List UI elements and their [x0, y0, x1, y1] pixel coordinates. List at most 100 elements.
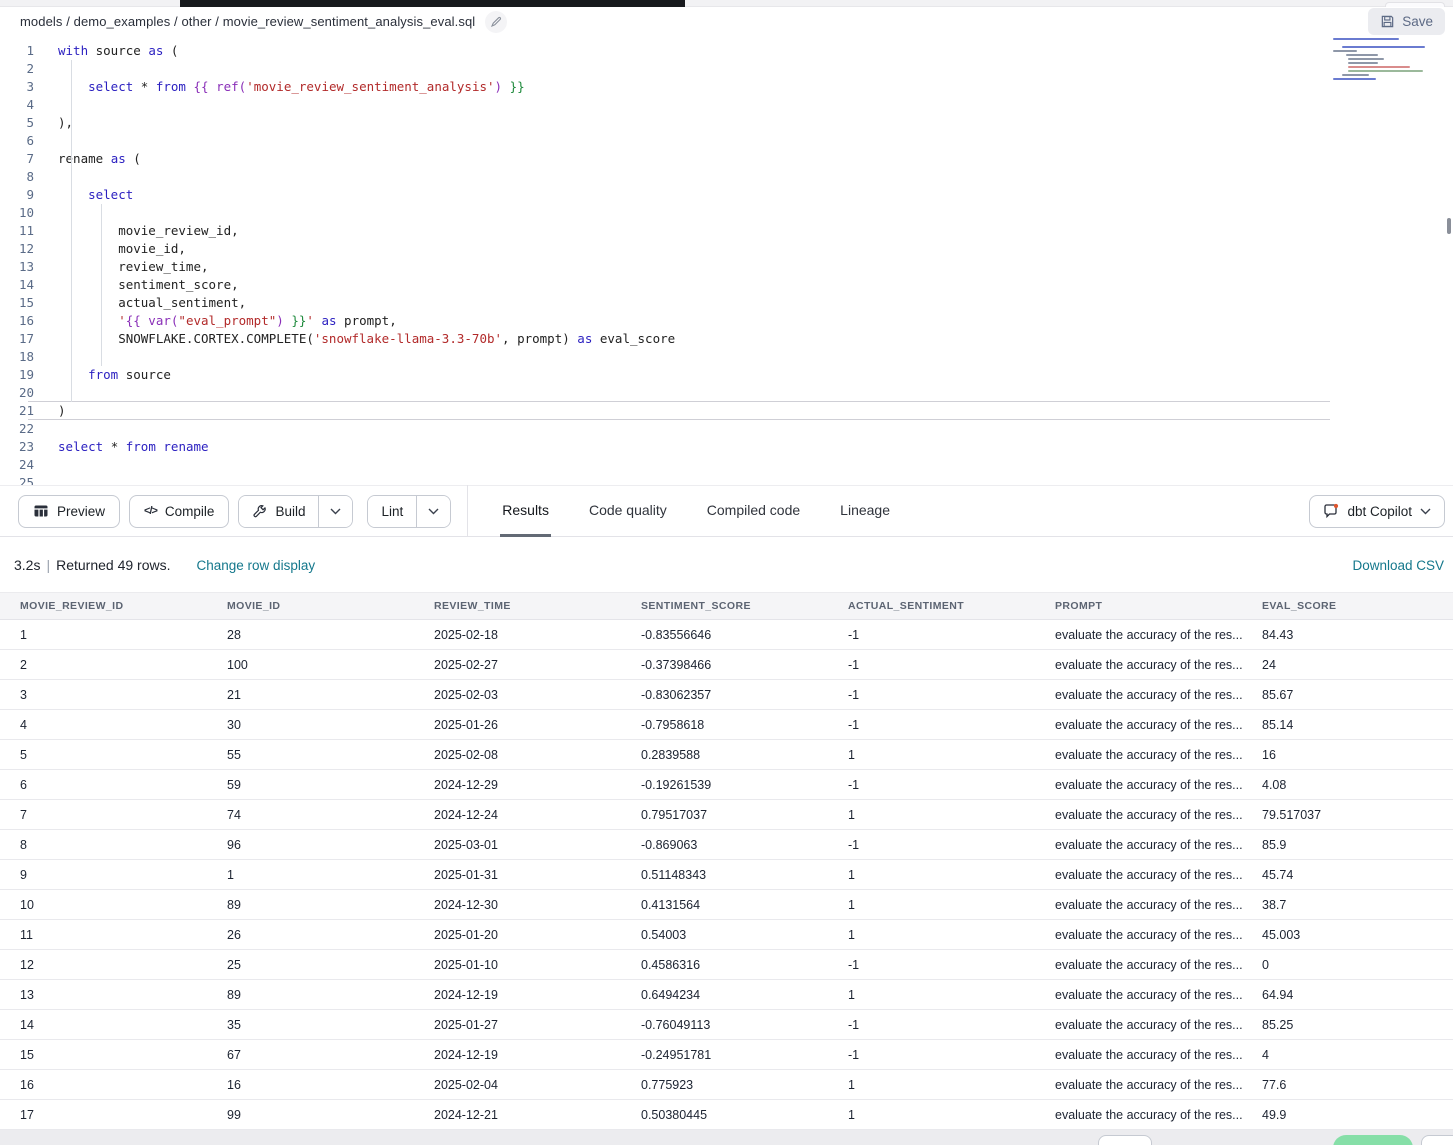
tab-compiled-code[interactable]: Compiled code: [705, 485, 802, 537]
save-button[interactable]: Save: [1368, 8, 1445, 35]
indent-guide: [101, 204, 102, 366]
code-line[interactable]: 22: [0, 420, 1453, 438]
cell-prompt[interactable]: evaluate the accuracy of the res...>: [1035, 898, 1242, 912]
prompt-preview-text: evaluate the accuracy of the res...: [1055, 808, 1242, 822]
build-button[interactable]: Build: [239, 496, 318, 527]
cell-prompt[interactable]: evaluate the accuracy of the res...>: [1035, 808, 1242, 822]
compile-button[interactable]: </> Compile: [129, 495, 229, 528]
cell-prompt[interactable]: evaluate the accuracy of the res...>: [1035, 718, 1242, 732]
cell-movie-review-id: 9: [0, 868, 207, 882]
line-number: 7: [0, 150, 44, 168]
code-line[interactable]: 6: [0, 132, 1453, 150]
code-line[interactable]: 17 SNOWFLAKE.CORTEX.COMPLETE('snowflake-…: [0, 330, 1453, 348]
elapsed-time: 3.2s: [14, 557, 40, 573]
partial-button[interactable]: [1421, 1135, 1453, 1145]
code-line[interactable]: 14 sentiment_score,: [0, 276, 1453, 294]
cell-prompt[interactable]: evaluate the accuracy of the res...>: [1035, 658, 1242, 672]
code-line[interactable]: 2: [0, 60, 1453, 78]
code-line[interactable]: 9 select: [0, 186, 1453, 204]
cell-sentiment-score: 0.4586316: [621, 958, 828, 972]
file-edit-icon[interactable]: [485, 11, 507, 33]
cell-prompt[interactable]: evaluate the accuracy of the res...>: [1035, 1048, 1242, 1062]
cell-actual-sentiment: 1: [828, 1108, 1035, 1122]
code-text: movie_id,: [44, 240, 186, 258]
tab-results[interactable]: Results: [500, 485, 551, 537]
cell-prompt[interactable]: evaluate the accuracy of the res...>: [1035, 1108, 1242, 1122]
code-line[interactable]: 15 actual_sentiment,: [0, 294, 1453, 312]
cell-prompt[interactable]: evaluate the accuracy of the res...>: [1035, 988, 1242, 1002]
column-header-movie_id: MOVIE_ID: [207, 600, 414, 612]
code-line[interactable]: 10: [0, 204, 1453, 222]
prompt-preview-text: evaluate the accuracy of the res...: [1055, 658, 1242, 672]
lint-dropdown-chevron[interactable]: [416, 496, 450, 527]
copilot-chevron-icon: [1420, 508, 1431, 515]
cell-prompt[interactable]: evaluate the accuracy of the res...>: [1035, 1078, 1242, 1092]
cell-prompt[interactable]: evaluate the accuracy of the res...>: [1035, 748, 1242, 762]
line-number: 5: [0, 114, 44, 132]
code-editor[interactable]: 1with source as (23 select * from {{ ref…: [0, 36, 1453, 485]
cell-eval-score: 85.9: [1242, 838, 1449, 852]
build-dropdown-chevron[interactable]: [318, 496, 352, 527]
code-line[interactable]: 19 from source: [0, 366, 1453, 384]
change-row-display-link[interactable]: Change row display: [197, 558, 316, 573]
cell-prompt[interactable]: evaluate the accuracy of the res...>: [1035, 688, 1242, 702]
code-line[interactable]: 11 movie_review_id,: [0, 222, 1453, 240]
indent-guide: [71, 60, 72, 402]
code-line[interactable]: 25: [0, 474, 1453, 485]
prompt-preview-text: evaluate the accuracy of the res...: [1055, 1108, 1242, 1122]
cell-prompt[interactable]: evaluate the accuracy of the res...>: [1035, 868, 1242, 882]
code-line[interactable]: 4: [0, 96, 1453, 114]
table-row: 7742024-12-240.795170371evaluate the acc…: [0, 800, 1453, 830]
partial-button[interactable]: [1098, 1135, 1152, 1145]
partial-green-pill-button[interactable]: [1333, 1135, 1413, 1145]
dbt-copilot-button[interactable]: dbt Copilot: [1309, 495, 1445, 528]
prompt-preview-text: evaluate the accuracy of the res...: [1055, 898, 1242, 912]
bottom-strip: [0, 1130, 1453, 1145]
breadcrumb[interactable]: models / demo_examples / other / movie_r…: [20, 14, 475, 29]
code-line[interactable]: 3 select * from {{ ref('movie_review_sen…: [0, 78, 1453, 96]
lint-button[interactable]: Lint: [368, 496, 416, 527]
cell-movie-review-id: 10: [0, 898, 207, 912]
editor-scrollbar[interactable]: [1446, 36, 1451, 485]
code-line[interactable]: 21): [0, 402, 1453, 420]
code-line[interactable]: 24: [0, 456, 1453, 474]
code-text: SNOWFLAKE.CORTEX.COMPLETE('snowflake-lla…: [44, 330, 675, 348]
code-line[interactable]: 18: [0, 348, 1453, 366]
prompt-preview-text: evaluate the accuracy of the res...: [1055, 688, 1242, 702]
cell-prompt[interactable]: evaluate the accuracy of the res...>: [1035, 778, 1242, 792]
prompt-preview-text: evaluate the accuracy of the res...: [1055, 628, 1242, 642]
cell-review-time: 2025-02-27: [414, 658, 621, 672]
cell-prompt[interactable]: evaluate the accuracy of the res...>: [1035, 838, 1242, 852]
code-text: [44, 60, 58, 78]
cell-prompt[interactable]: evaluate the accuracy of the res...>: [1035, 958, 1242, 972]
cell-eval-score: 45.74: [1242, 868, 1449, 882]
save-icon: [1380, 14, 1395, 29]
code-line[interactable]: 7rename as (: [0, 150, 1453, 168]
line-number: 1: [0, 42, 44, 60]
code-text: from source: [44, 366, 171, 384]
cell-actual-sentiment: -1: [828, 658, 1035, 672]
tab-code-quality[interactable]: Code quality: [587, 485, 669, 537]
line-number: 22: [0, 420, 44, 438]
cell-actual-sentiment: 1: [828, 748, 1035, 762]
code-line[interactable]: 23select * from rename: [0, 438, 1453, 456]
code-line[interactable]: 16 '{{ var("eval_prompt") }}' as prompt,: [0, 312, 1453, 330]
cell-review-time: 2025-02-03: [414, 688, 621, 702]
scrollbar-thumb[interactable]: [1447, 218, 1451, 234]
preview-button[interactable]: Preview: [18, 495, 120, 528]
table-row: 4302025-01-26-0.7958618-1evaluate the ac…: [0, 710, 1453, 740]
cell-prompt[interactable]: evaluate the accuracy of the res...>: [1035, 1018, 1242, 1032]
cell-prompt[interactable]: evaluate the accuracy of the res...>: [1035, 628, 1242, 642]
code-line[interactable]: 12 movie_id,: [0, 240, 1453, 258]
code-line[interactable]: 13 review_time,: [0, 258, 1453, 276]
cell-actual-sentiment: -1: [828, 628, 1035, 642]
code-line[interactable]: 5),: [0, 114, 1453, 132]
code-line[interactable]: 8: [0, 168, 1453, 186]
download-csv-link[interactable]: Download CSV: [1352, 558, 1444, 573]
cell-prompt[interactable]: evaluate the accuracy of the res...>: [1035, 928, 1242, 942]
code-line[interactable]: 1with source as (: [0, 42, 1453, 60]
code-line[interactable]: 20: [0, 384, 1453, 402]
tab-lineage[interactable]: Lineage: [838, 485, 892, 537]
minimap[interactable]: [1333, 38, 1440, 96]
code-text: [44, 204, 58, 222]
